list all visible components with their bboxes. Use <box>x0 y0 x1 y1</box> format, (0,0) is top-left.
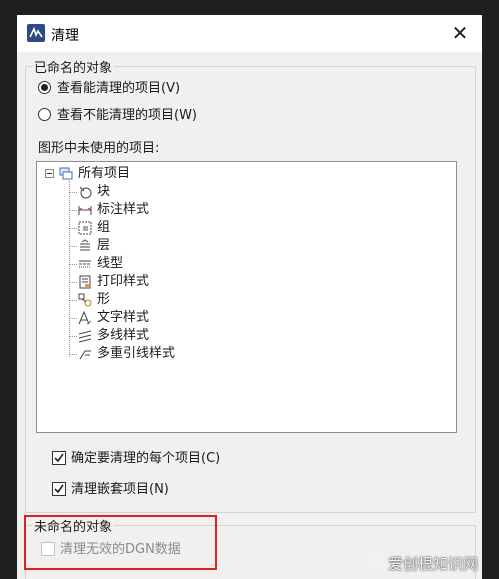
radio-button-checked[interactable] <box>38 81 51 94</box>
unused-items-tree[interactable]: 所有项目 块 标注样式 组 层 线型 打印样式 形 文字样式 多线样式 多重引线… <box>36 161 457 433</box>
title-bar: 清理 ✕ <box>17 15 482 52</box>
purge-dialog: 清理 ✕ 已命名的对象 查看能清理的项目(V) 查看不能清理的项目(W) 图形中… <box>17 15 482 579</box>
multileader-style-icon <box>78 347 92 361</box>
layer-icon <box>78 239 92 253</box>
close-button[interactable]: ✕ <box>438 15 482 52</box>
view-purgeable-label: 查看能清理的项目(V) <box>57 81 181 96</box>
highlight-annotation-frame <box>24 515 217 570</box>
group-icon <box>78 221 92 235</box>
checkbox-checked[interactable] <box>52 451 66 465</box>
confirm-each-item-label: 确定要清理的每个项目(C) <box>71 451 221 466</box>
linetype-icon <box>78 257 92 271</box>
tree-caption: 图形中未使用的项目: <box>38 141 160 156</box>
shape-icon <box>78 293 92 307</box>
watermark-logo-icon <box>368 553 384 577</box>
confirm-each-item-checkbox[interactable]: 确定要清理的每个项目(C) <box>52 450 282 468</box>
purge-nested-label: 清理嵌套项目(N) <box>71 482 169 497</box>
watermark-text: 爱创根知识网 <box>388 555 479 573</box>
tree-root-label: 所有项目 <box>78 166 131 181</box>
named-objects-title: 已命名的对象 <box>32 57 115 76</box>
text-style-icon <box>78 310 92 325</box>
plot-style-icon <box>78 275 92 289</box>
block-icon <box>78 185 92 199</box>
view-nonpurgeable-label: 查看不能清理的项目(W) <box>57 108 197 123</box>
radio-button-unchecked[interactable] <box>38 108 51 121</box>
checkbox-checked[interactable] <box>52 482 66 496</box>
view-nonpurgeable-radio[interactable]: 查看不能清理的项目(W) <box>38 107 248 125</box>
dimension-style-icon <box>78 203 92 217</box>
view-purgeable-radio[interactable]: 查看能清理的项目(V) <box>38 80 238 98</box>
collapse-toggle-icon[interactable] <box>45 169 54 178</box>
multiline-style-icon <box>78 329 92 343</box>
watermark: 爱创根知识网 <box>368 552 478 576</box>
tree-connector <box>69 181 70 357</box>
folder-tree-icon <box>59 167 73 181</box>
app-logo-icon <box>27 24 45 42</box>
window-title: 清理 <box>51 28 79 44</box>
purge-nested-checkbox[interactable]: 清理嵌套项目(N) <box>52 481 212 499</box>
